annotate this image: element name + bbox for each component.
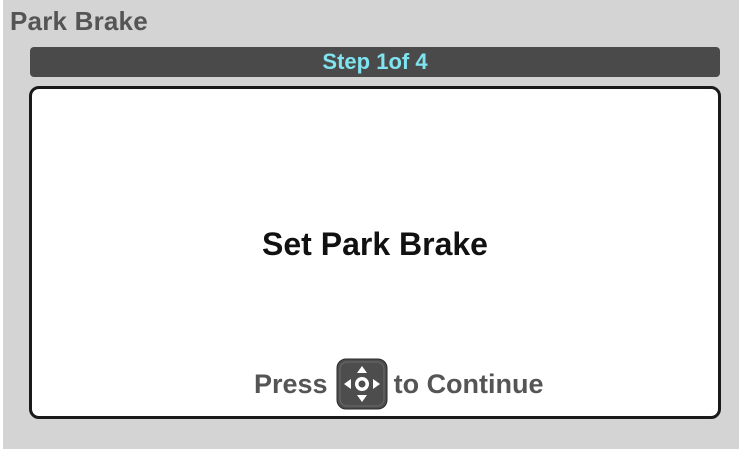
prompt-continue-text: to Continue [393, 368, 544, 399]
step-indicator: Step 1of 4 [30, 47, 720, 77]
instruction-message: Set Park Brake [262, 226, 488, 262]
screen-title: Park Brake [10, 6, 148, 36]
instruction-panel: Set Park Brake Press to Continue [29, 86, 721, 419]
display-screen: Park Brake Step 1of 4 Set Park Brake Pre… [3, 0, 739, 449]
step-label: Step 1of 4 [322, 49, 428, 74]
continue-prompt: Press to Continue [254, 357, 544, 411]
directional-pad-icon[interactable] [336, 358, 388, 410]
prompt-press-text: Press [254, 368, 328, 399]
